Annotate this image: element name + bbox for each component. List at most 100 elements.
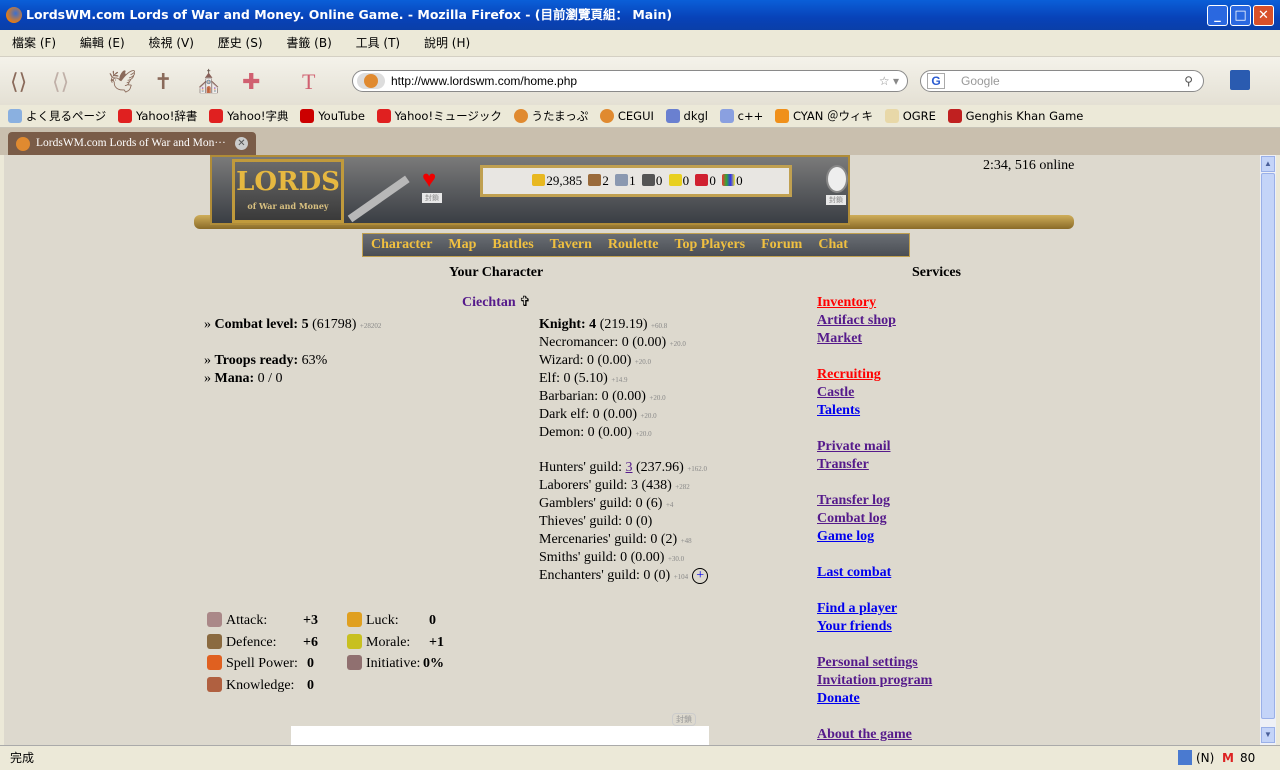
bookmark-folder[interactable]: OGRE — [884, 109, 936, 123]
faction-row: Necromancer: 0 (0.00) +20.0 — [539, 334, 686, 353]
game-nav: Character Map Battles Tavern Roulette Top Pla… — [362, 233, 910, 257]
stop-cross-icon[interactable]: ✝ — [154, 69, 172, 95]
guild-value: (438) — [637, 478, 672, 493]
bookmark-item[interactable]: Yahoo!辞書 — [117, 109, 197, 123]
service-link-invitation-program[interactable]: Invitation program — [817, 673, 932, 689]
nav-roulette[interactable]: Roulette — [608, 237, 659, 252]
menu-help[interactable]: 說明 (H) — [424, 36, 470, 50]
bookmark-item[interactable]: c++ — [719, 109, 763, 123]
nav-forum[interactable]: Forum — [761, 237, 802, 252]
guild-row: Enchanters' guild: 0 (0) +104 + — [539, 567, 709, 586]
menu-file[interactable]: 檔案 (F) — [12, 36, 56, 50]
google-engine-icon[interactable]: G — [927, 73, 945, 89]
maximize-button[interactable]: □ — [1230, 5, 1251, 26]
bookmark-item[interactable]: Yahoo!字典 — [209, 109, 289, 123]
service-link-market[interactable]: Market — [817, 331, 862, 347]
service-link-transfer-log[interactable]: Transfer log — [817, 493, 890, 509]
guild-value: (237.96) — [632, 460, 684, 475]
search-icon[interactable]: ⚲ — [1184, 71, 1193, 91]
url-text: http://www.lordswm.com/home.php — [391, 74, 578, 88]
service-link-game-log[interactable]: Game log — [817, 529, 874, 545]
search-input[interactable]: G Google ⚲ — [920, 70, 1204, 92]
forward-fish-icon[interactable]: ⟨⟩ — [52, 69, 69, 95]
page-content: LORDS of War and Money ♥ 封鎖 29,385 2 1 0 … — [4, 155, 1260, 745]
guild-next: +104 — [673, 573, 689, 581]
nav-tavern[interactable]: Tavern — [550, 237, 592, 252]
back-fish-icon[interactable]: ⟨⟩ — [10, 69, 27, 95]
lords-logo[interactable]: LORDS of War and Money — [232, 159, 344, 223]
bookmark-item[interactable]: YouTube — [300, 109, 365, 123]
service-link-your-friends[interactable]: Your friends — [817, 619, 892, 635]
bookmark-item[interactable]: CYAN ＠ウィキ — [774, 109, 873, 123]
bookmark-item[interactable]: CEGUI — [599, 109, 654, 123]
player-name-link[interactable]: Ciechtan — [462, 295, 516, 310]
service-link-personal-settings[interactable]: Personal settings — [817, 655, 918, 671]
menu-history[interactable]: 歷史 (S) — [218, 36, 263, 50]
faction-label: Barbarian: 0 — [539, 389, 609, 404]
grid-t-icon[interactable]: T — [302, 69, 315, 95]
your-character-heading: Your Character — [449, 265, 544, 280]
scrollbar-thumb[interactable] — [1261, 173, 1275, 719]
bookmark-item[interactable]: dkgl — [665, 109, 708, 123]
service-link-castle[interactable]: Castle — [817, 385, 854, 401]
guild-next: +282 — [675, 483, 690, 491]
stat-row: Morale: +1 — [347, 633, 444, 652]
minimize-button[interactable]: _ — [1207, 5, 1228, 26]
close-button[interactable]: ✕ — [1253, 5, 1274, 26]
notes-icon[interactable] — [1178, 750, 1192, 765]
guild-row: Thieves' guild: 0 (0) — [539, 513, 652, 532]
home-church-icon[interactable]: ⛪ — [195, 69, 222, 95]
service-link-transfer[interactable]: Transfer — [817, 457, 869, 473]
menu-bookmarks[interactable]: 書籤 (B) — [286, 36, 331, 50]
bookmark-item[interactable]: Yahoo!ミュージック — [376, 109, 502, 123]
firefox-icon — [6, 7, 22, 23]
menu-edit[interactable]: 編輯 (E) — [80, 36, 125, 50]
grid-icon[interactable]: ✚ — [242, 69, 260, 95]
stat-label: Initiative: — [366, 656, 421, 671]
block-label[interactable]: 封鎖 — [422, 193, 442, 203]
service-link-inventory[interactable]: Inventory — [817, 295, 876, 311]
service-link-donate[interactable]: Donate — [817, 691, 860, 707]
faction-label: Demon: 0 — [539, 425, 595, 440]
service-link-find-a-player[interactable]: Find a player — [817, 601, 897, 617]
bookmark-item[interactable]: Genghis Khan Game — [947, 109, 1083, 123]
service-link-talents[interactable]: Talents — [817, 403, 860, 419]
faction-next: +60.8 — [651, 322, 668, 330]
menu-view[interactable]: 檢視 (V) — [149, 36, 194, 50]
service-link-combat-log[interactable]: Combat log — [817, 511, 887, 527]
nav-map[interactable]: Map — [448, 237, 476, 252]
service-link-about-the-game[interactable]: About the game — [817, 727, 912, 743]
stat-value: +6 — [303, 634, 318, 650]
expand-guilds-button[interactable]: + — [692, 568, 709, 584]
guild-value: (2) — [657, 532, 678, 547]
bookmark-item[interactable]: うたまっぷ — [513, 109, 588, 123]
guild-next: +48 — [680, 537, 692, 545]
nav-character[interactable]: Character — [371, 237, 432, 252]
ad-frame — [291, 726, 709, 745]
guild-label: Gamblers' guild: 0 — [539, 496, 643, 511]
service-link-recruiting[interactable]: Recruiting — [817, 367, 881, 383]
service-link-private-mail[interactable]: Private mail — [817, 439, 890, 455]
faction-row: Knight: 4 (219.19) +60.8 — [539, 316, 667, 335]
menu-tools[interactable]: 工具 (T) — [356, 36, 401, 50]
service-link-artifact-shop[interactable]: Artifact shop — [817, 313, 896, 329]
nav-top-players[interactable]: Top Players — [674, 237, 745, 252]
url-bar[interactable]: http://www.lordswm.com/home.php ☆ ▾ — [352, 70, 908, 92]
block-label[interactable]: 封鎖 — [672, 713, 696, 726]
nav-chat[interactable]: Chat — [818, 237, 848, 252]
nav-battles[interactable]: Battles — [492, 237, 533, 252]
tab-close-icon[interactable]: ✕ — [235, 137, 248, 150]
gmail-icon[interactable]: M — [1222, 746, 1234, 770]
star-icon[interactable]: ☆ ▾ — [879, 71, 899, 91]
save-icon[interactable] — [1230, 70, 1250, 90]
service-link-last-combat[interactable]: Last combat — [817, 565, 891, 581]
site-identity-icon[interactable] — [357, 73, 385, 89]
vertical-scrollbar[interactable]: ▲ ▼ — [1260, 155, 1276, 745]
guild-level-link[interactable]: 3 — [626, 460, 633, 475]
reload-dove-icon[interactable]: 🕊 — [108, 69, 136, 95]
block-label[interactable]: 封鎖 — [826, 195, 846, 205]
scroll-down-arrow[interactable]: ▼ — [1261, 727, 1275, 743]
scroll-up-arrow[interactable]: ▲ — [1261, 156, 1275, 172]
tab-lordswm[interactable]: LordsWM.com Lords of War and Mon··· ✕ — [8, 132, 256, 155]
bookmark-item[interactable]: よく見るページ — [8, 109, 106, 123]
